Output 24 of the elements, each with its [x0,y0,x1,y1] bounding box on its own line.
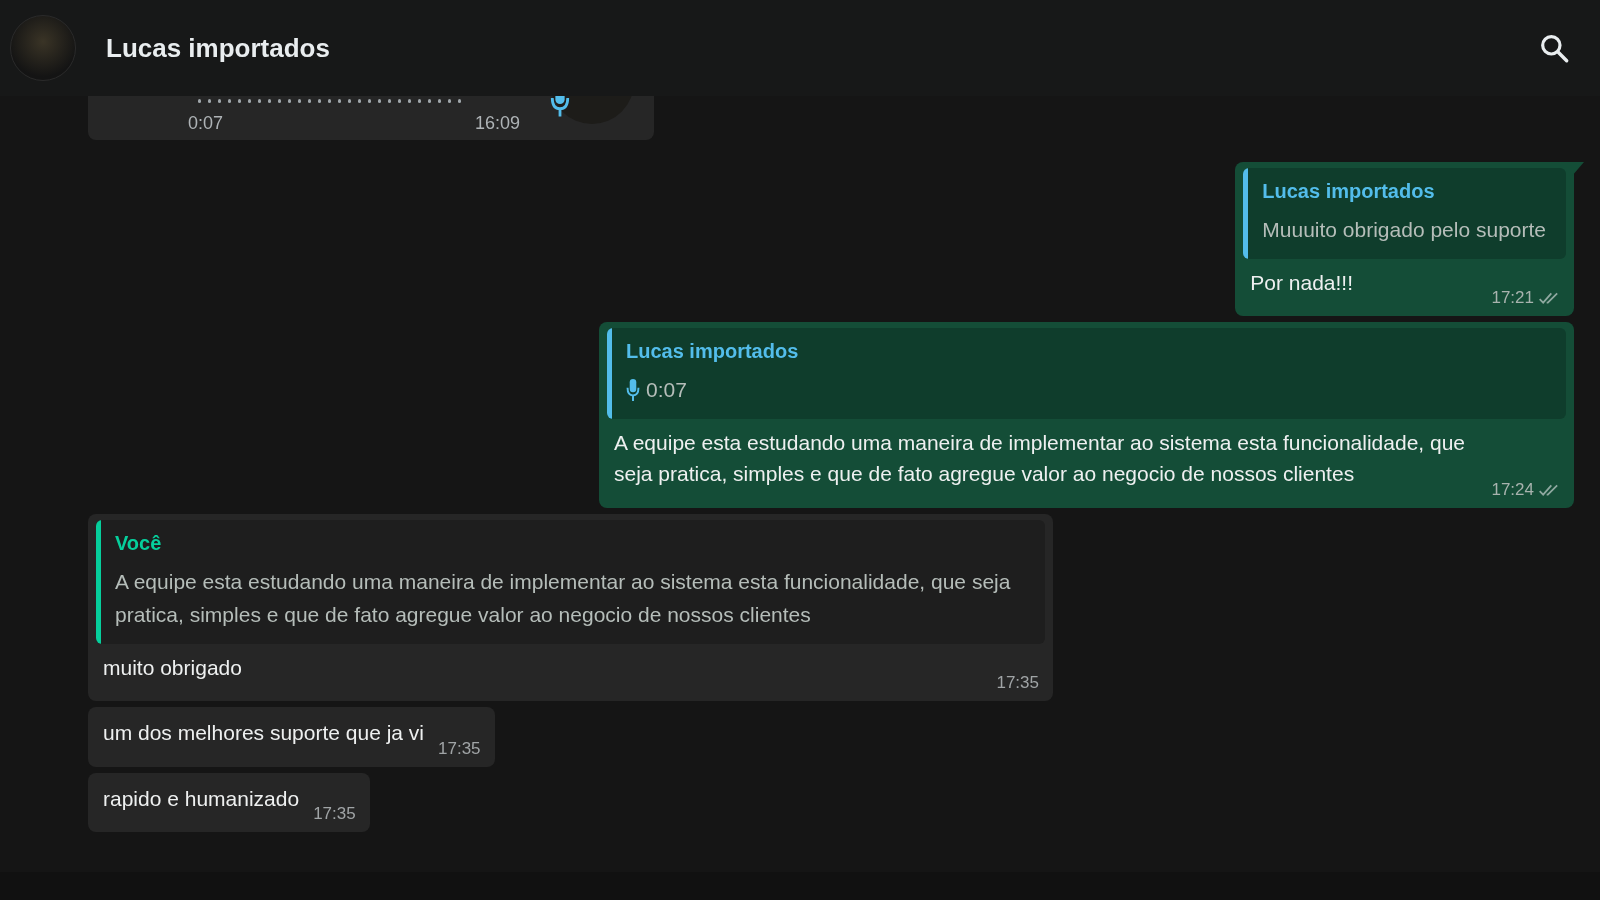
message-time: 16:09 [474,113,520,134]
message-time: 17:35 [996,673,1039,694]
message-text: um dos melhores suporte que ja vi [103,720,424,747]
contact-name[interactable]: Lucas importados [106,32,1508,64]
quoted-message[interactable]: Lucas importados Muuuito obrigado pelo suporte [1243,168,1566,259]
quoted-message[interactable]: Lucas importados 0:07 [607,328,1566,419]
message-text: Por nada!!! [1250,269,1355,296]
quoted-text: Muuuito obrigado pelo suporte [1262,217,1546,243]
message-time: 17:35 [313,804,356,825]
quoted-author: Lucas importados [626,340,799,364]
message-text: rapido e humanizado [103,785,300,812]
message-time: 17:21 [1491,288,1534,309]
quoted-author: Você [115,531,163,555]
message-text: muito obrigado [103,654,243,681]
quoted-text: A equipe esta estudando uma maneira de implementar ao sistema esta funcionalidade, que seja pratica, simples e que de fato agregue valor ao negocio de nossos clientes [115,568,1012,629]
message-time: 17:35 [438,738,481,759]
message-text: A equipe esta estudando uma maneira de implementar ao sistema esta funcionalidade, que seja pratica, simples e que de fato agregue valor ao negocio de nossos clientes [614,429,1467,488]
microphone-icon [626,377,640,402]
quoted-message[interactable]: Você A equipe esta estudando uma maneira de implementar ao sistema esta funcionalidade, que seja pratica, simples e que de fato agregue valor ao negocio de nossos clientes [96,519,1045,644]
audio-duration: 0:07 [646,377,687,404]
message-time: 17:24 [1491,479,1534,500]
search-icon[interactable] [1538,32,1570,64]
audio-duration: 0:07 [188,113,224,134]
quoted-author: Lucas importados [1262,180,1436,203]
